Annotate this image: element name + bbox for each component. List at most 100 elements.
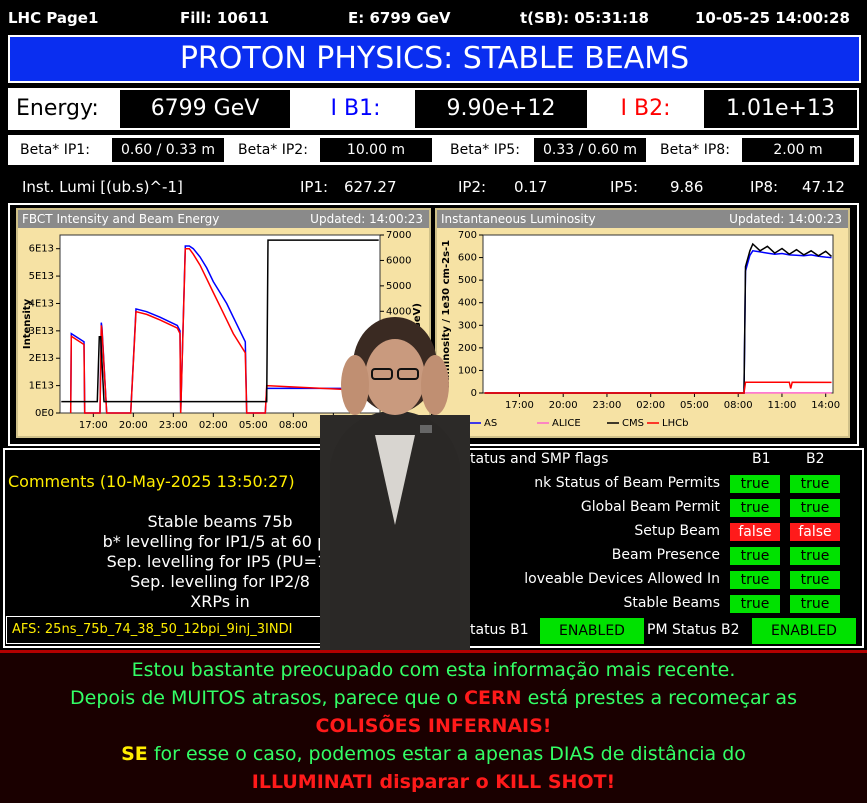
flag-row-setup-beam: Setup Beam false false bbox=[470, 520, 860, 544]
y-tick-label: 600 bbox=[458, 253, 477, 264]
page-name: LHC Page1 bbox=[8, 9, 99, 27]
x-tick-label: 14:00 bbox=[811, 400, 840, 411]
y-tick-label: 1E13 bbox=[29, 381, 54, 392]
x-tick-label: 20:00 bbox=[119, 420, 148, 431]
flag-b2-value: true bbox=[790, 547, 840, 565]
lumi-title: Instantaneous Luminosity bbox=[441, 212, 596, 226]
caption-line-1: Estou bastante preocupado com esta infor… bbox=[131, 659, 736, 681]
fbct-title: FBCT Intensity and Beam Energy bbox=[22, 212, 220, 226]
beta-ip2-label: Beta* IP2: bbox=[238, 142, 308, 158]
x-tick-label: 08:00 bbox=[279, 420, 308, 431]
flags-b2-header: B2 bbox=[806, 451, 825, 467]
comments-header: Comments (10-May-2025 13:50:27) bbox=[8, 472, 295, 491]
energy-row: Energy: 6799 GeV I B1: 9.90e+12 I B2: 1.… bbox=[8, 88, 859, 130]
ip8-value: 47.12 bbox=[802, 178, 845, 196]
ip1-label: IP1: bbox=[300, 178, 329, 196]
datetime: 10-05-25 14:00:28 bbox=[695, 9, 850, 27]
caption-line-2: Depois de MUITOS atrasos, parece que o C… bbox=[0, 687, 867, 709]
ip2-value: 0.17 bbox=[514, 178, 548, 196]
y-tick-label: 6E13 bbox=[29, 244, 54, 255]
flag-row-beam-presence: Beam Presence true true bbox=[470, 544, 860, 568]
y2-tick-label: 6000 bbox=[386, 255, 411, 266]
inst-lumi-row: Inst. Lumi [(ub.s)^-1] IP1: 627.27 IP2: … bbox=[8, 172, 859, 202]
flag-b2-value: true bbox=[790, 595, 840, 613]
lumi-updated: Updated: 14:00:23 bbox=[729, 212, 842, 226]
plot-area bbox=[482, 234, 834, 394]
x-tick-label: 23:00 bbox=[593, 400, 622, 411]
ib2-label: I B2: bbox=[620, 96, 671, 121]
flag-b1-value: true bbox=[730, 595, 780, 613]
fbct-title-bar: FBCT Intensity and Beam Energy Updated: … bbox=[18, 210, 429, 228]
mode-banner: PROTON PHYSICS: STABLE BEAMS bbox=[8, 35, 861, 83]
person-photo-overlay bbox=[320, 317, 470, 650]
top-energy: E: 6799 GeV bbox=[348, 9, 451, 27]
fbct-updated: Updated: 14:00:23 bbox=[310, 212, 423, 226]
x-tick-label: 17:00 bbox=[505, 400, 534, 411]
flags-table: nk Status of Beam Permits true true Glob… bbox=[470, 472, 860, 616]
x-tick-label: 02:00 bbox=[199, 420, 228, 431]
time-stable-beams: t(SB): 05:31:18 bbox=[520, 9, 649, 27]
flag-b1-value: true bbox=[730, 547, 780, 565]
caption-line-4b: for esse o caso, podemos estar a apenas … bbox=[147, 743, 746, 765]
pm-b2-value: ENABLED bbox=[752, 618, 856, 644]
beta-ip5-value: 0.33 / 0.60 m bbox=[534, 138, 646, 162]
y2-tick-label: 7000 bbox=[386, 230, 411, 241]
afs-text: AFS: 25ns_75b_74_38_50_12bpi_9inj_3INDI bbox=[12, 622, 293, 637]
flag-b2-value: true bbox=[790, 499, 840, 517]
energy-value: 6799 GeV bbox=[120, 90, 290, 128]
ip8-label: IP8: bbox=[750, 178, 779, 196]
legend-label: CMS bbox=[622, 418, 644, 429]
flag-row-stable-beams: Stable Beams true true bbox=[470, 592, 860, 616]
x-tick-label: 17:00 bbox=[79, 420, 108, 431]
legend-label: LHCb bbox=[662, 418, 688, 429]
ip5-value: 9.86 bbox=[670, 178, 704, 196]
pm-b2-label: PM Status B2 bbox=[647, 622, 740, 638]
flag-label: Setup Beam bbox=[634, 523, 720, 539]
beta-ip8-value: 2.00 m bbox=[742, 138, 854, 162]
caption-se: SE bbox=[121, 743, 148, 765]
y-tick-label: 2E13 bbox=[29, 353, 54, 364]
caption-line-2c: está prestes a recomeçar as bbox=[521, 687, 797, 709]
flag-b1-value: true bbox=[730, 571, 780, 589]
ib1-value: 9.90e+12 bbox=[415, 90, 587, 128]
flag-row-beam-permits: nk Status of Beam Permits true true bbox=[470, 472, 860, 496]
caption-box: Estou bastante preocupado com esta infor… bbox=[0, 650, 867, 803]
flag-b2-value: false bbox=[790, 523, 840, 541]
fill-number: Fill: 10611 bbox=[180, 9, 270, 27]
lumi-panel: Instantaneous Luminosity Updated: 14:00:… bbox=[435, 208, 850, 438]
beta-ip8-label: Beta* IP8: bbox=[660, 142, 730, 158]
ip1-value: 627.27 bbox=[344, 178, 397, 196]
beta-ip2-value: 10.00 m bbox=[320, 138, 432, 162]
flag-b1-value: true bbox=[730, 475, 780, 493]
beta-ip5-label: Beta* IP5: bbox=[450, 142, 520, 158]
ib2-value: 1.01e+13 bbox=[704, 90, 857, 128]
flag-label: Global Beam Permit bbox=[580, 499, 720, 515]
y2-tick-label: 5000 bbox=[386, 281, 411, 292]
ip2-label: IP2: bbox=[458, 178, 487, 196]
y-tick-label: 0E0 bbox=[35, 408, 54, 419]
beta-ip1-value: 0.60 / 0.33 m bbox=[112, 138, 224, 162]
pm-b1-value: ENABLED bbox=[540, 618, 644, 644]
flags-b1-header: B1 bbox=[752, 451, 771, 467]
flag-label: Beam Presence bbox=[611, 547, 720, 563]
top-status-bar: LHC Page1 Fill: 10611 E: 6799 GeV t(SB):… bbox=[0, 0, 867, 34]
flag-b2-value: true bbox=[790, 571, 840, 589]
beta-ip1-label: Beta* IP1: bbox=[20, 142, 90, 158]
y-tick-label: 500 bbox=[458, 275, 477, 286]
flag-label: nk Status of Beam Permits bbox=[534, 475, 720, 491]
flag-row-global-permit: Global Beam Permit true true bbox=[470, 496, 860, 520]
flags-header: tatus and SMP flags bbox=[470, 451, 609, 467]
pm-b1-label: tatus B1 bbox=[470, 622, 529, 638]
flag-b1-value: false bbox=[730, 523, 780, 541]
x-tick-label: 23:00 bbox=[159, 420, 188, 431]
caption-line-2a: Depois de MUITOS atrasos, parece que o bbox=[70, 687, 465, 709]
ip5-label: IP5: bbox=[610, 178, 639, 196]
energy-label: Energy: bbox=[16, 96, 99, 121]
y-tick-label: 0 bbox=[471, 388, 477, 399]
flag-row-moveable-devices: loveable Devices Allowed In true true bbox=[470, 568, 860, 592]
caption-cern: CERN bbox=[464, 687, 522, 709]
x-tick-label: 08:00 bbox=[724, 400, 753, 411]
x-tick-label: 05:00 bbox=[239, 420, 268, 431]
x-tick-label: 20:00 bbox=[549, 400, 578, 411]
flag-b1-value: true bbox=[730, 499, 780, 517]
